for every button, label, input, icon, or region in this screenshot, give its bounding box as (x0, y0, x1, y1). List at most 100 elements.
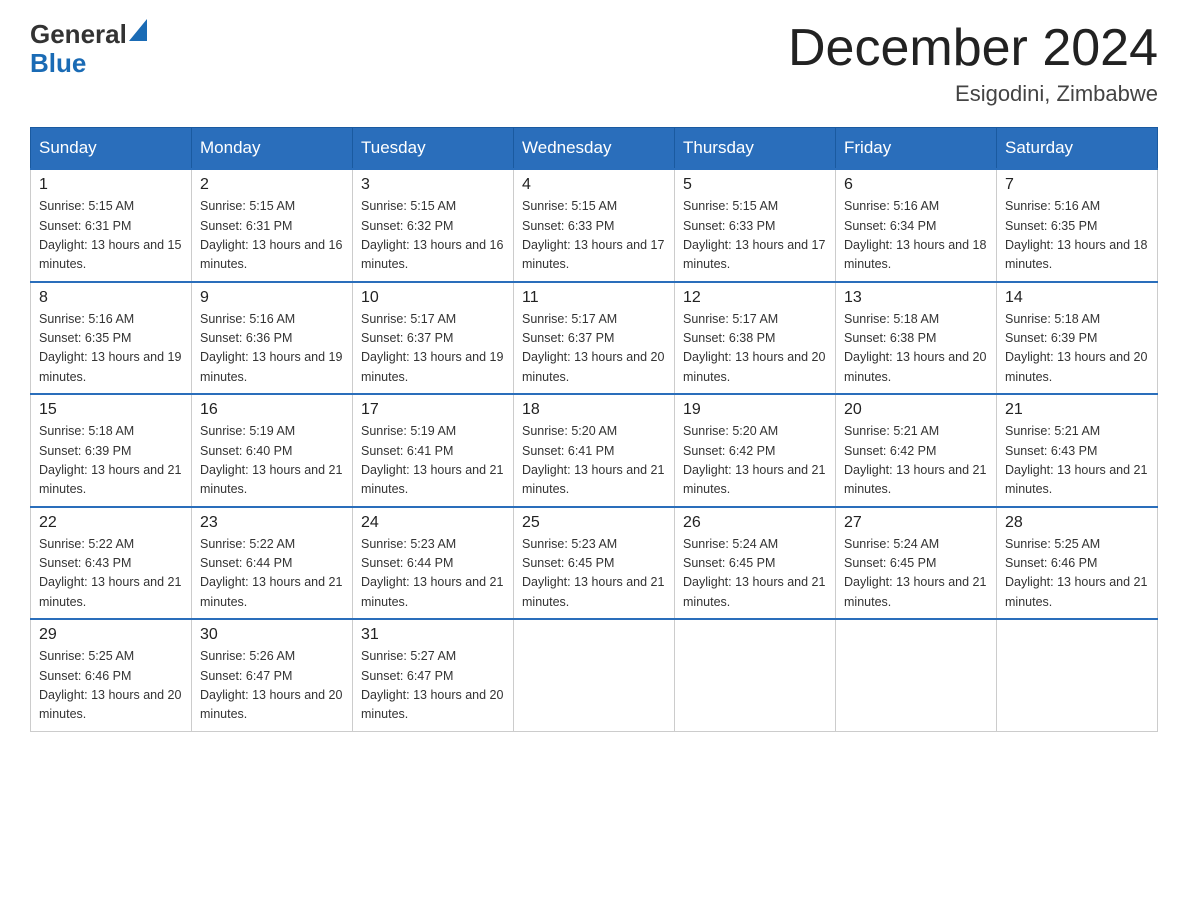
day-number: 23 (200, 514, 344, 532)
day-info: Sunrise: 5:18 AMSunset: 6:39 PMDaylight:… (39, 422, 183, 500)
day-info: Sunrise: 5:15 AMSunset: 6:31 PMDaylight:… (200, 197, 344, 275)
day-info: Sunrise: 5:17 AMSunset: 6:37 PMDaylight:… (361, 310, 505, 388)
calendar-cell: 6 Sunrise: 5:16 AMSunset: 6:34 PMDaylight… (836, 169, 997, 282)
calendar-cell: 18 Sunrise: 5:20 AMSunset: 6:41 PMDayligh… (514, 394, 675, 507)
calendar-cell: 17Sunrise: 5:19 AMSunset: 6:41 PMDayligh… (353, 394, 514, 507)
calendar-cell: 15 Sunrise: 5:18 AMSunset: 6:39 PMDayligh… (31, 394, 192, 507)
day-info: Sunrise: 5:27 AMSunset: 6:47 PMDaylight:… (361, 647, 505, 725)
day-number: 14 (1005, 289, 1149, 307)
location: Esigodini, Zimbabwe (788, 81, 1158, 107)
day-info: Sunrise: 5:20 AMSunset: 6:42 PMDaylight:… (683, 422, 827, 500)
calendar-cell (997, 619, 1158, 731)
calendar-table: SundayMondayTuesdayWednesdayThursdayFrid… (30, 127, 1158, 732)
day-info: Sunrise: 5:21 AMSunset: 6:43 PMDaylight:… (1005, 422, 1149, 500)
day-info: Sunrise: 5:25 AMSunset: 6:46 PMDaylight:… (1005, 535, 1149, 613)
day-info: Sunrise: 5:24 AMSunset: 6:45 PMDaylight:… (844, 535, 988, 613)
calendar-week-row: 8 Sunrise: 5:16 AMSunset: 6:35 PMDaylight… (31, 282, 1158, 395)
day-info: Sunrise: 5:22 AMSunset: 6:43 PMDaylight:… (39, 535, 183, 613)
day-info: Sunrise: 5:18 AMSunset: 6:38 PMDaylight:… (844, 310, 988, 388)
calendar-cell: 25 Sunrise: 5:23 AMSunset: 6:45 PMDayligh… (514, 507, 675, 620)
day-number: 21 (1005, 401, 1149, 419)
calendar-cell: 13 Sunrise: 5:18 AMSunset: 6:38 PMDayligh… (836, 282, 997, 395)
day-number: 7 (1005, 176, 1149, 194)
day-number: 8 (39, 289, 183, 307)
day-number: 19 (683, 401, 827, 419)
day-number: 2 (200, 176, 344, 194)
calendar-cell: 31 Sunrise: 5:27 AMSunset: 6:47 PMDayligh… (353, 619, 514, 731)
day-info: Sunrise: 5:15 AMSunset: 6:31 PMDaylight:… (39, 197, 183, 275)
day-info: Sunrise: 5:22 AMSunset: 6:44 PMDaylight:… (200, 535, 344, 613)
day-number: 20 (844, 401, 988, 419)
calendar-cell: 24 Sunrise: 5:23 AMSunset: 6:44 PMDayligh… (353, 507, 514, 620)
day-info: Sunrise: 5:25 AMSunset: 6:46 PMDaylight:… (39, 647, 183, 725)
day-number: 30 (200, 626, 344, 644)
calendar-cell: 22 Sunrise: 5:22 AMSunset: 6:43 PMDayligh… (31, 507, 192, 620)
calendar-cell (514, 619, 675, 731)
day-info: Sunrise: 5:23 AMSunset: 6:44 PMDaylight:… (361, 535, 505, 613)
day-info: Sunrise: 5:20 AMSunset: 6:41 PMDaylight:… (522, 422, 666, 500)
calendar-cell: 14Sunrise: 5:18 AMSunset: 6:39 PMDayligh… (997, 282, 1158, 395)
calendar-cell: 28 Sunrise: 5:25 AMSunset: 6:46 PMDayligh… (997, 507, 1158, 620)
day-info: Sunrise: 5:23 AMSunset: 6:45 PMDaylight:… (522, 535, 666, 613)
day-info: Sunrise: 5:17 AMSunset: 6:37 PMDaylight:… (522, 310, 666, 388)
day-number: 6 (844, 176, 988, 194)
day-number: 3 (361, 176, 505, 194)
day-number: 5 (683, 176, 827, 194)
calendar-week-row: 15 Sunrise: 5:18 AMSunset: 6:39 PMDayligh… (31, 394, 1158, 507)
calendar-week-row: 22 Sunrise: 5:22 AMSunset: 6:43 PMDayligh… (31, 507, 1158, 620)
col-header-wednesday: Wednesday (514, 128, 675, 170)
month-title: December 2024 (788, 20, 1158, 77)
calendar-cell: 4 Sunrise: 5:15 AMSunset: 6:33 PMDaylight… (514, 169, 675, 282)
calendar-cell (836, 619, 997, 731)
calendar-cell: 21 Sunrise: 5:21 AMSunset: 6:43 PMDayligh… (997, 394, 1158, 507)
calendar-cell: 30Sunrise: 5:26 AMSunset: 6:47 PMDayligh… (192, 619, 353, 731)
day-number: 27 (844, 514, 988, 532)
day-info: Sunrise: 5:21 AMSunset: 6:42 PMDaylight:… (844, 422, 988, 500)
day-number: 12 (683, 289, 827, 307)
day-info: Sunrise: 5:19 AMSunset: 6:40 PMDaylight:… (200, 422, 344, 500)
logo-general-text: General (30, 19, 127, 49)
day-info: Sunrise: 5:16 AMSunset: 6:35 PMDaylight:… (39, 310, 183, 388)
day-number: 31 (361, 626, 505, 644)
day-number: 28 (1005, 514, 1149, 532)
day-info: Sunrise: 5:15 AMSunset: 6:32 PMDaylight:… (361, 197, 505, 275)
calendar-cell: 27 Sunrise: 5:24 AMSunset: 6:45 PMDayligh… (836, 507, 997, 620)
calendar-cell: 9 Sunrise: 5:16 AMSunset: 6:36 PMDaylight… (192, 282, 353, 395)
calendar-cell: 7 Sunrise: 5:16 AMSunset: 6:35 PMDaylight… (997, 169, 1158, 282)
day-info: Sunrise: 5:19 AMSunset: 6:41 PMDaylight:… (361, 422, 505, 500)
day-number: 4 (522, 176, 666, 194)
day-info: Sunrise: 5:17 AMSunset: 6:38 PMDaylight:… (683, 310, 827, 388)
calendar-cell: 3 Sunrise: 5:15 AMSunset: 6:32 PMDaylight… (353, 169, 514, 282)
day-number: 26 (683, 514, 827, 532)
calendar-cell: 11 Sunrise: 5:17 AMSunset: 6:37 PMDayligh… (514, 282, 675, 395)
day-number: 25 (522, 514, 666, 532)
day-number: 18 (522, 401, 666, 419)
day-number: 13 (844, 289, 988, 307)
calendar-cell: 20 Sunrise: 5:21 AMSunset: 6:42 PMDayligh… (836, 394, 997, 507)
logo: General Blue (30, 20, 147, 77)
day-info: Sunrise: 5:16 AMSunset: 6:34 PMDaylight:… (844, 197, 988, 275)
col-header-thursday: Thursday (675, 128, 836, 170)
col-header-monday: Monday (192, 128, 353, 170)
calendar-cell: 19 Sunrise: 5:20 AMSunset: 6:42 PMDayligh… (675, 394, 836, 507)
calendar-cell: 1Sunrise: 5:15 AMSunset: 6:31 PMDaylight… (31, 169, 192, 282)
calendar-cell (675, 619, 836, 731)
col-header-sunday: Sunday (31, 128, 192, 170)
title-section: December 2024 Esigodini, Zimbabwe (788, 20, 1158, 107)
calendar-cell: 26Sunrise: 5:24 AMSunset: 6:45 PMDayligh… (675, 507, 836, 620)
day-info: Sunrise: 5:15 AMSunset: 6:33 PMDaylight:… (522, 197, 666, 275)
calendar-cell: 29Sunrise: 5:25 AMSunset: 6:46 PMDayligh… (31, 619, 192, 731)
day-number: 9 (200, 289, 344, 307)
day-info: Sunrise: 5:16 AMSunset: 6:35 PMDaylight:… (1005, 197, 1149, 275)
calendar-cell: 8 Sunrise: 5:16 AMSunset: 6:35 PMDaylight… (31, 282, 192, 395)
day-number: 24 (361, 514, 505, 532)
day-number: 22 (39, 514, 183, 532)
day-info: Sunrise: 5:16 AMSunset: 6:36 PMDaylight:… (200, 310, 344, 388)
calendar-cell: 16Sunrise: 5:19 AMSunset: 6:40 PMDayligh… (192, 394, 353, 507)
logo-triangle-icon (129, 19, 147, 41)
day-number: 11 (522, 289, 666, 307)
day-number: 10 (361, 289, 505, 307)
day-number: 15 (39, 401, 183, 419)
calendar-week-row: 29Sunrise: 5:25 AMSunset: 6:46 PMDayligh… (31, 619, 1158, 731)
calendar-cell: 2 Sunrise: 5:15 AMSunset: 6:31 PMDaylight… (192, 169, 353, 282)
